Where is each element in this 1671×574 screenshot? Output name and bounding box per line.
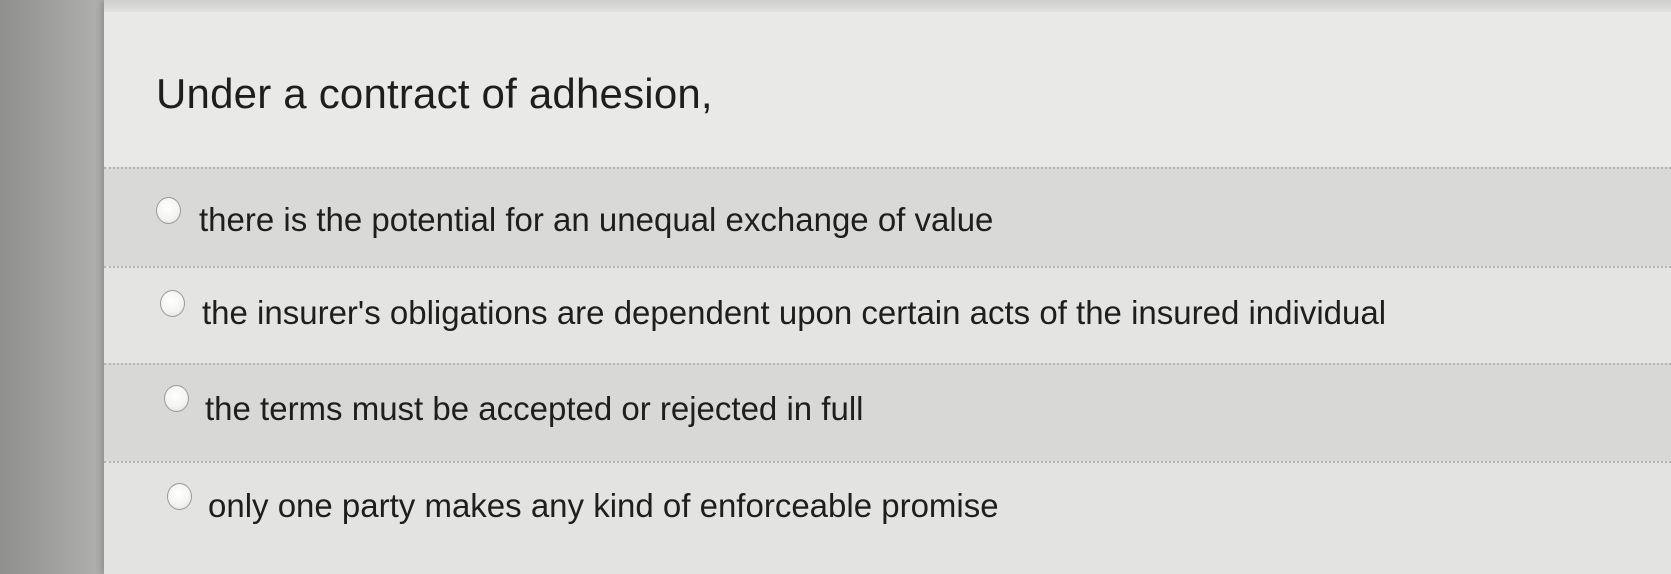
- background-margin: [0, 0, 110, 574]
- panel-top-edge: [104, 0, 1671, 12]
- answer-option-3[interactable]: the terms must be accepted or rejected i…: [104, 363, 1671, 461]
- radio-button-4[interactable]: [167, 483, 192, 510]
- answer-option-2-label[interactable]: the insurer's obligations are dependent …: [202, 294, 1386, 332]
- answer-option-1-label[interactable]: there is the potential for an unequal ex…: [199, 201, 993, 239]
- answer-option-1[interactable]: there is the potential for an unequal ex…: [104, 167, 1671, 266]
- radio-button-2[interactable]: [160, 290, 185, 317]
- answer-option-4[interactable]: only one party makes any kind of enforce…: [104, 461, 1671, 574]
- answer-option-3-label[interactable]: the terms must be accepted or rejected i…: [205, 390, 864, 428]
- radio-button-3[interactable]: [164, 385, 189, 412]
- answer-option-4-label[interactable]: only one party makes any kind of enforce…: [208, 487, 999, 525]
- radio-button-1[interactable]: [156, 197, 181, 224]
- question-header: Under a contract of adhesion,: [104, 12, 1671, 167]
- answer-option-2[interactable]: the insurer's obligations are dependent …: [104, 266, 1671, 363]
- question-text: Under a contract of adhesion,: [156, 70, 713, 117]
